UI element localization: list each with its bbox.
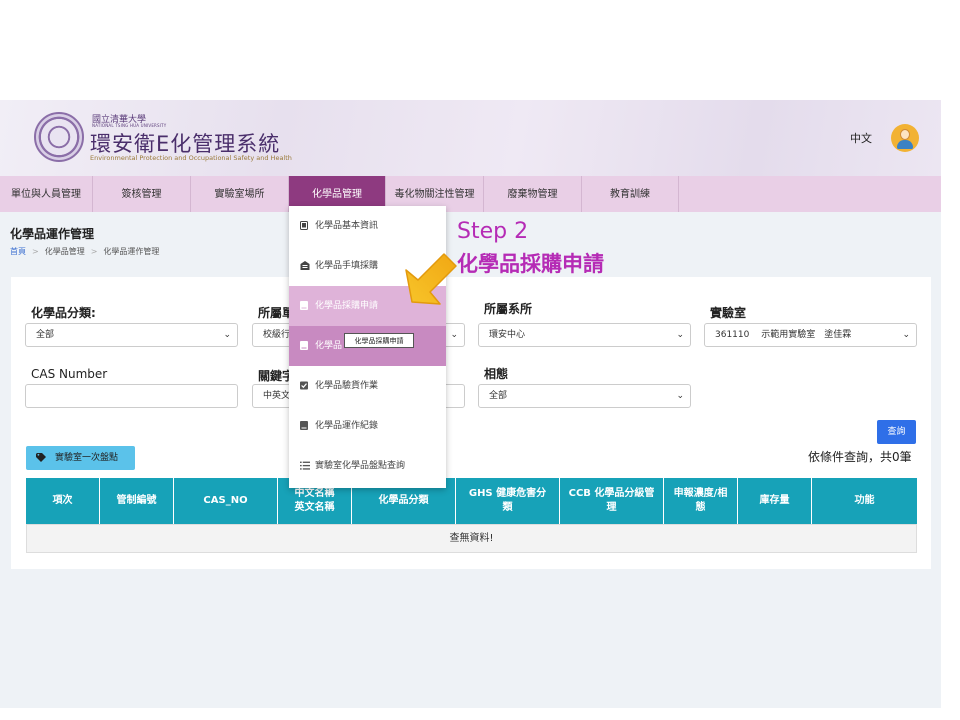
cas-label: CAS Number <box>31 367 108 381</box>
menu-item-chemical-info[interactable]: 化學品基本資訊 <box>289 206 446 246</box>
result-count: 依條件查詢，共0筆 <box>808 450 912 464</box>
menu-item-inspection[interactable]: 化學品驗貨作業 <box>289 366 446 406</box>
category-label: 化學品分類: <box>31 306 96 320</box>
column-actions: 功能 <box>854 495 875 506</box>
warehouse-icon <box>300 261 310 270</box>
breadcrumb-chemicals[interactable]: 化學品管理 <box>45 247 85 256</box>
breadcrumb-home[interactable]: 首頁 <box>10 247 26 256</box>
column-control-no[interactable]: 管制編號 <box>100 478 174 524</box>
book-icon <box>300 341 308 350</box>
lab-label: 實驗室 <box>710 306 747 320</box>
tablet-icon <box>300 221 308 230</box>
phase-label: 相態 <box>484 367 509 381</box>
department-value: 環安中心 <box>489 330 526 340</box>
chevron-right-icon: > <box>32 247 39 256</box>
chevron-right-icon: > <box>90 247 98 256</box>
lab-stocktake-label: 實驗室一次盤點 <box>55 453 119 463</box>
avatar-body <box>897 140 913 149</box>
table-header: 項次 管制編號 CAS_NO 中文名稱 英文名稱 化學品分類 GHS 健康危害分… <box>26 478 917 524</box>
chevron-down-icon: ⌄ <box>450 330 458 340</box>
nav-item-labs[interactable]: 實驗室場所 <box>191 176 289 212</box>
book-icon <box>300 301 308 310</box>
category-select[interactable]: 全部 ⌄ <box>25 323 238 347</box>
tag-icon <box>36 453 46 462</box>
app-window: 國立清華大學 NATIONAL TSING HUA UNIVERSITY 環安衛… <box>0 100 941 708</box>
menu-item-operation-records[interactable]: 化學品運作紀錄 <box>289 406 446 446</box>
nav-item-training[interactable]: 教育訓練 <box>582 176 679 212</box>
breadcrumb: 首頁 > 化學品管理 > 化學品運作管理 <box>10 246 159 257</box>
menu-item-label: 化學品 <box>315 341 343 351</box>
column-ccb[interactable]: CCB 化學品分級管理 <box>560 478 664 524</box>
breadcrumb-current: 化學品運作管理 <box>103 247 160 256</box>
chevron-down-icon: ⌄ <box>902 330 910 340</box>
menu-item-lab-inventory-query[interactable]: 實驗室化學品盤點查詢 <box>289 446 446 486</box>
main-nav: 單位與人員管理 簽核管理 實驗室場所 化學品管理 毒化物關注性管理 廢棄物管理 … <box>0 176 941 212</box>
pointer-arrow-icon <box>405 253 457 305</box>
column-ghs[interactable]: GHS 健康危害分類 <box>456 478 560 524</box>
menu-item-label: 化學品運作紀錄 <box>315 421 379 431</box>
menu-item-label: 化學品採購申請 <box>315 301 379 311</box>
user-avatar[interactable] <box>891 124 919 152</box>
phase-select[interactable]: 全部 ⌄ <box>478 384 691 408</box>
book-icon <box>300 421 308 430</box>
column-concentration[interactable]: 申報濃度/相態 <box>664 478 738 524</box>
menu-item-label: 化學品驗貨作業 <box>315 381 379 391</box>
menu-item-label: 實驗室化學品盤點查詢 <box>315 461 406 471</box>
menu-tooltip: 化學品採購申請 <box>344 333 414 348</box>
language-switch[interactable]: 中文 <box>850 130 872 146</box>
filter-panel: 化學品分類: 全部 ⌄ 所屬單 校級行 ⌄ 所屬系所 環安中心 ⌄ 實驗室 36111… <box>11 277 931 569</box>
chevron-down-icon: ⌄ <box>223 330 231 340</box>
app-subtitle: Environmental Protection and Occupationa… <box>90 154 292 162</box>
query-button[interactable]: 查詢 <box>877 420 916 444</box>
university-seal-logo <box>34 112 84 162</box>
department-label: 所屬系所 <box>484 302 533 316</box>
chevron-down-icon: ⌄ <box>676 391 684 401</box>
affiliation-value: 校級行 <box>263 330 291 340</box>
list-icon <box>300 461 310 470</box>
lab-select[interactable]: 361110 示範用實驗室 塗佳霖 ⌄ <box>704 323 917 347</box>
nav-item-waste[interactable]: 廢棄物管理 <box>484 176 582 212</box>
table-empty-row: 查無資料! <box>26 524 917 553</box>
header-banner: 國立清華大學 NATIONAL TSING HUA UNIVERSITY 環安衛… <box>0 100 941 176</box>
lab-value: 361110 示範用實驗室 塗佳霖 <box>715 330 852 340</box>
nav-item-approvals[interactable]: 簽核管理 <box>93 176 191 212</box>
department-select[interactable]: 環安中心 ⌄ <box>478 323 691 347</box>
column-stock[interactable]: 庫存量 <box>738 478 812 524</box>
phase-value: 全部 <box>489 391 508 401</box>
category-value: 全部 <box>36 330 55 340</box>
chemicals-table: 項次 管制編號 CAS_NO 中文名稱 英文名稱 化學品分類 GHS 健康危害分… <box>26 478 917 553</box>
cas-input[interactable] <box>25 384 238 408</box>
step-annotation-title: Step 2 <box>457 219 529 244</box>
column-cas-no[interactable]: CAS_NO <box>174 478 278 524</box>
menu-item-label: 化學品手填採購 <box>315 261 379 271</box>
chevron-down-icon: ⌄ <box>676 330 684 340</box>
nav-item-units-personnel[interactable]: 單位與人員管理 <box>0 176 93 212</box>
menu-item-label: 化學品基本資訊 <box>315 221 379 231</box>
step-annotation-description: 化學品採購申請 <box>457 252 604 276</box>
column-index[interactable]: 項次 <box>26 478 100 524</box>
page-title: 化學品運作管理 <box>10 227 95 241</box>
avatar-face <box>900 129 910 140</box>
lab-stocktake-button[interactable]: 實驗室一次盤點 <box>26 446 135 470</box>
checkbox-icon <box>300 381 308 390</box>
